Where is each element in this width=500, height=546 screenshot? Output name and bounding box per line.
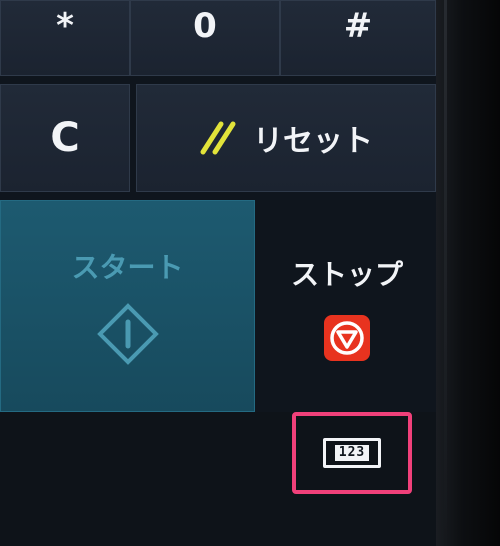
key-zero-label: 0 <box>193 6 217 46</box>
numeric-keypad-icon: 123 <box>323 438 381 468</box>
numeric-keypad-toggle-button[interactable]: 123 <box>292 412 412 494</box>
stop-button-label: ストップ <box>290 258 403 291</box>
numeric-keypad-icon-label: 123 <box>334 445 370 461</box>
stop-button[interactable]: ストップ <box>258 232 436 382</box>
start-diamond-icon <box>96 303 159 365</box>
reset-slashes-icon <box>200 121 236 155</box>
start-button-label: スタート <box>71 251 184 284</box>
start-button[interactable]: スタート <box>0 200 255 412</box>
stop-icon <box>324 315 370 361</box>
control-panel: * 0 # C リセット スタート ストップ 123 <box>0 0 436 546</box>
device-bezel-edge <box>436 0 500 546</box>
clear-button[interactable]: C <box>0 84 130 192</box>
reset-button-label: リセット <box>253 124 373 159</box>
key-asterisk-label: * <box>56 6 74 46</box>
key-asterisk[interactable]: * <box>0 0 130 76</box>
key-hash-label: # <box>343 6 373 46</box>
clear-button-label: C <box>50 115 80 161</box>
reset-button[interactable]: リセット <box>136 84 436 192</box>
key-hash[interactable]: # <box>280 0 436 76</box>
key-zero[interactable]: 0 <box>130 0 280 76</box>
